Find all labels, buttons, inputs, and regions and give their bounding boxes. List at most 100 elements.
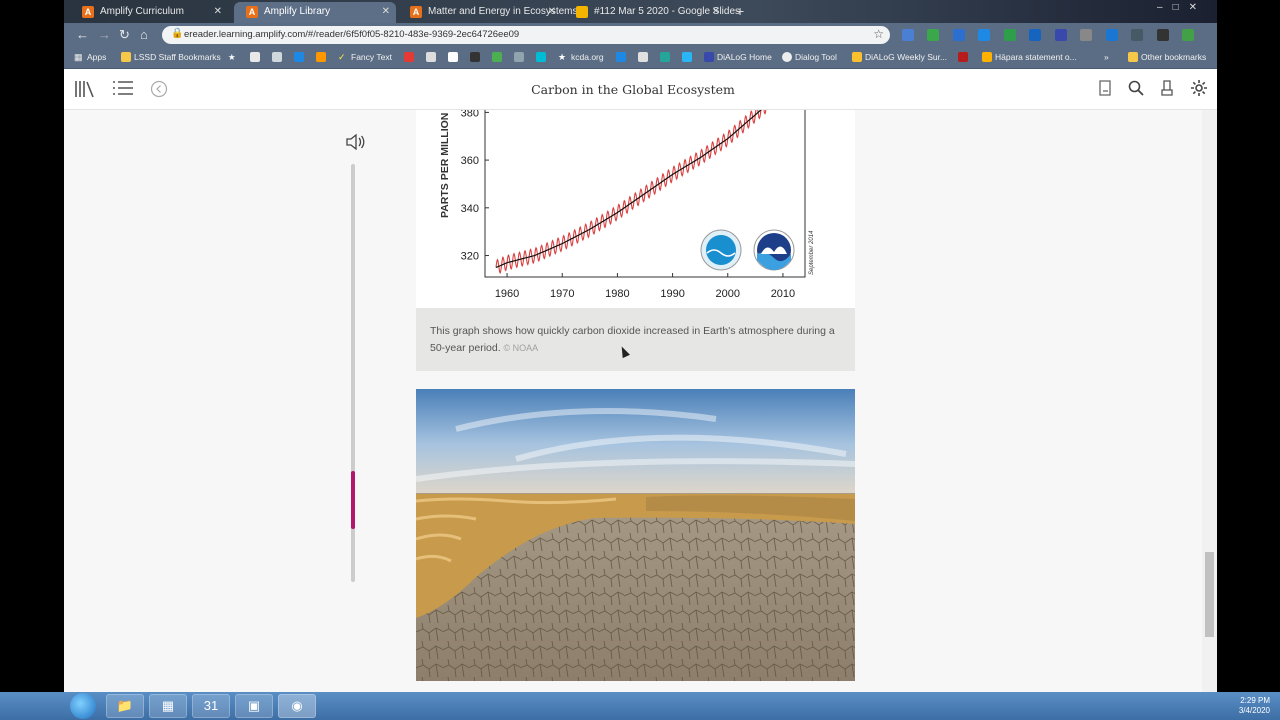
tab-amplify-library[interactable]: A Amplify Library ✕ bbox=[234, 2, 396, 23]
bookmark-dialog-home[interactable]: DiALoG Home bbox=[704, 52, 772, 62]
forward-icon[interactable]: → bbox=[98, 27, 111, 42]
page-icon bbox=[404, 52, 414, 62]
highlighter-icon[interactable] bbox=[1156, 79, 1178, 101]
bookmark-kcda[interactable]: ★ kcda.org bbox=[558, 52, 604, 62]
figure-caption: This graph shows how quickly carbon diox… bbox=[416, 308, 855, 371]
tab-amplify-curriculum[interactable]: A Amplify Curriculum ✕ bbox=[70, 2, 228, 23]
page-icon bbox=[514, 52, 524, 62]
extension-icon[interactable] bbox=[978, 29, 991, 41]
bookmark-fancy-text[interactable]: ✓ Fancy Text bbox=[338, 52, 392, 62]
bookmark-other[interactable]: Other bookmarks bbox=[1128, 52, 1206, 62]
new-tab-button[interactable]: + bbox=[736, 3, 744, 19]
tab-google-slides[interactable]: #112 Mar 5 2020 - Google Slides ✕ bbox=[564, 2, 740, 23]
close-icon[interactable]: ✕ bbox=[214, 2, 222, 21]
apps-grid-icon: ▦ bbox=[74, 52, 83, 62]
tab-matter-energy[interactable]: A Matter and Energy in Ecosystems ✕ bbox=[398, 2, 578, 23]
window-controls[interactable]: –□✕ bbox=[1157, 2, 1207, 13]
extension-icon[interactable] bbox=[1080, 29, 1093, 41]
speaker-icon[interactable] bbox=[345, 133, 365, 155]
extension-icon[interactable] bbox=[1156, 29, 1169, 41]
gear-icon[interactable] bbox=[1188, 79, 1210, 101]
extension-icon[interactable] bbox=[1003, 29, 1016, 41]
reading-progress-indicator[interactable] bbox=[351, 471, 355, 529]
extension-icon[interactable] bbox=[1131, 29, 1144, 41]
bookmark-star-icon[interactable]: ☆ bbox=[873, 27, 884, 41]
page-icon bbox=[660, 52, 670, 62]
slides-icon bbox=[576, 6, 588, 18]
page-icon bbox=[492, 52, 502, 62]
omnibox[interactable]: 🔒 ereader.learning.amplify.com/#/reader/… bbox=[162, 26, 890, 44]
media-icon[interactable]: ▣ bbox=[235, 694, 273, 718]
calendar-icon[interactable]: 31 bbox=[192, 694, 230, 718]
page-icon bbox=[704, 52, 714, 62]
extension-icon[interactable] bbox=[902, 29, 914, 41]
close-icon[interactable]: ✕ bbox=[382, 2, 390, 21]
bookmark-label: Dialog Tool bbox=[795, 52, 837, 62]
reload-icon[interactable]: ↻ bbox=[119, 27, 130, 43]
system-tray[interactable]: 2:29 PM 3/4/2020 bbox=[1239, 696, 1270, 716]
chrome-icon[interactable]: ◉ bbox=[278, 694, 316, 718]
close-icon[interactable]: ✕ bbox=[548, 2, 556, 21]
extension-icon[interactable] bbox=[927, 29, 940, 41]
dry-lakebed-image bbox=[416, 389, 855, 681]
scrollbar-thumb[interactable] bbox=[1205, 552, 1214, 637]
bookmark-lssd[interactable]: LSSD Staff Bookmarks bbox=[121, 52, 221, 62]
reader-header: Carbon in the Global Ecosystem bbox=[64, 69, 1217, 110]
extension-icon[interactable] bbox=[1181, 29, 1194, 41]
extension-icon[interactable] bbox=[1054, 29, 1067, 41]
extension-icons: ⋮ bbox=[902, 28, 1217, 62]
amplify-icon: A bbox=[82, 6, 94, 18]
y-tick-label: 380 bbox=[461, 110, 479, 119]
page-icon bbox=[616, 52, 626, 62]
tab-bar: A Amplify Curriculum ✕ A Amplify Library… bbox=[64, 0, 1217, 23]
page-icon bbox=[852, 52, 862, 62]
more-bookmarks-chevron-icon[interactable]: » bbox=[1104, 52, 1109, 62]
bookmark-label: DiALoG Weekly Sur... bbox=[865, 52, 948, 62]
amplify-icon: A bbox=[246, 6, 258, 18]
bookmark-apps[interactable]: ▦ Apps bbox=[74, 52, 106, 62]
co2-chart-figure: 320 340 360 380 1960 1970 1980 1990 2000 2010 PA… bbox=[416, 110, 855, 308]
bookmark-star[interactable]: ★ bbox=[228, 52, 236, 63]
extension-icon[interactable] bbox=[952, 29, 965, 41]
y-tick-label: 360 bbox=[461, 155, 479, 167]
bookmark-dialog-tool[interactable]: Dialog Tool bbox=[782, 52, 837, 62]
y-tick-label: 320 bbox=[461, 251, 479, 263]
y-tick-label: 340 bbox=[461, 203, 479, 215]
bookmark-label: Fancy Text bbox=[351, 52, 392, 62]
bookmark-dialog-weekly[interactable]: DiALoG Weekly Sur... bbox=[852, 52, 947, 62]
page-icon bbox=[638, 52, 648, 62]
notebook-icon[interactable] bbox=[1094, 79, 1116, 101]
close-icon[interactable]: ✕ bbox=[712, 2, 720, 21]
scripps-logo-icon bbox=[700, 229, 742, 271]
star-icon: ★ bbox=[558, 52, 567, 62]
page-icon bbox=[272, 52, 282, 62]
address-bar: ← → ↻ ⌂ 🔒 ereader.learning.amplify.com/#… bbox=[64, 23, 1217, 62]
page-scrollbar[interactable] bbox=[1202, 110, 1217, 692]
page-icon bbox=[536, 52, 546, 62]
lock-icon: 🔒 bbox=[171, 28, 184, 39]
bookmark-hapara[interactable]: Hāpara statement o... bbox=[982, 52, 1077, 62]
bookmarks-bar: ▦ Apps LSSD Staff Bookmarks ★ ✓ Fancy Text… bbox=[64, 47, 1217, 69]
back-icon[interactable]: ← bbox=[76, 27, 89, 42]
clock-date: 3/4/2020 bbox=[1238, 706, 1270, 715]
bookmark-label: Apps bbox=[87, 52, 107, 62]
folder-icon bbox=[121, 52, 131, 62]
search-icon[interactable] bbox=[1125, 79, 1147, 101]
x-tick-label: 2000 bbox=[716, 288, 740, 300]
home-icon[interactable]: ⌂ bbox=[140, 27, 148, 42]
clock-time: 2:29 PM bbox=[1240, 696, 1270, 705]
page-icon bbox=[682, 52, 692, 62]
bookmark-label: LSSD Staff Bookmarks bbox=[134, 52, 221, 62]
screen: A Amplify Curriculum ✕ A Amplify Library… bbox=[0, 0, 1280, 720]
extension-icon[interactable] bbox=[1105, 29, 1118, 41]
start-button[interactable] bbox=[70, 693, 96, 719]
x-tick-label: 1970 bbox=[550, 288, 574, 300]
extension-icon[interactable] bbox=[1029, 29, 1042, 41]
file-explorer-icon[interactable]: 📁 bbox=[106, 694, 144, 718]
tab-label: Amplify Curriculum bbox=[100, 6, 184, 17]
check-icon: ✓ bbox=[338, 52, 346, 62]
app-grid-icon[interactable]: ▦ bbox=[149, 694, 187, 718]
bookmark-label: Other bookmarks bbox=[1141, 52, 1207, 62]
reading-progress-track[interactable] bbox=[351, 164, 355, 582]
bookmark-label: Hāpara statement o... bbox=[995, 52, 1077, 62]
